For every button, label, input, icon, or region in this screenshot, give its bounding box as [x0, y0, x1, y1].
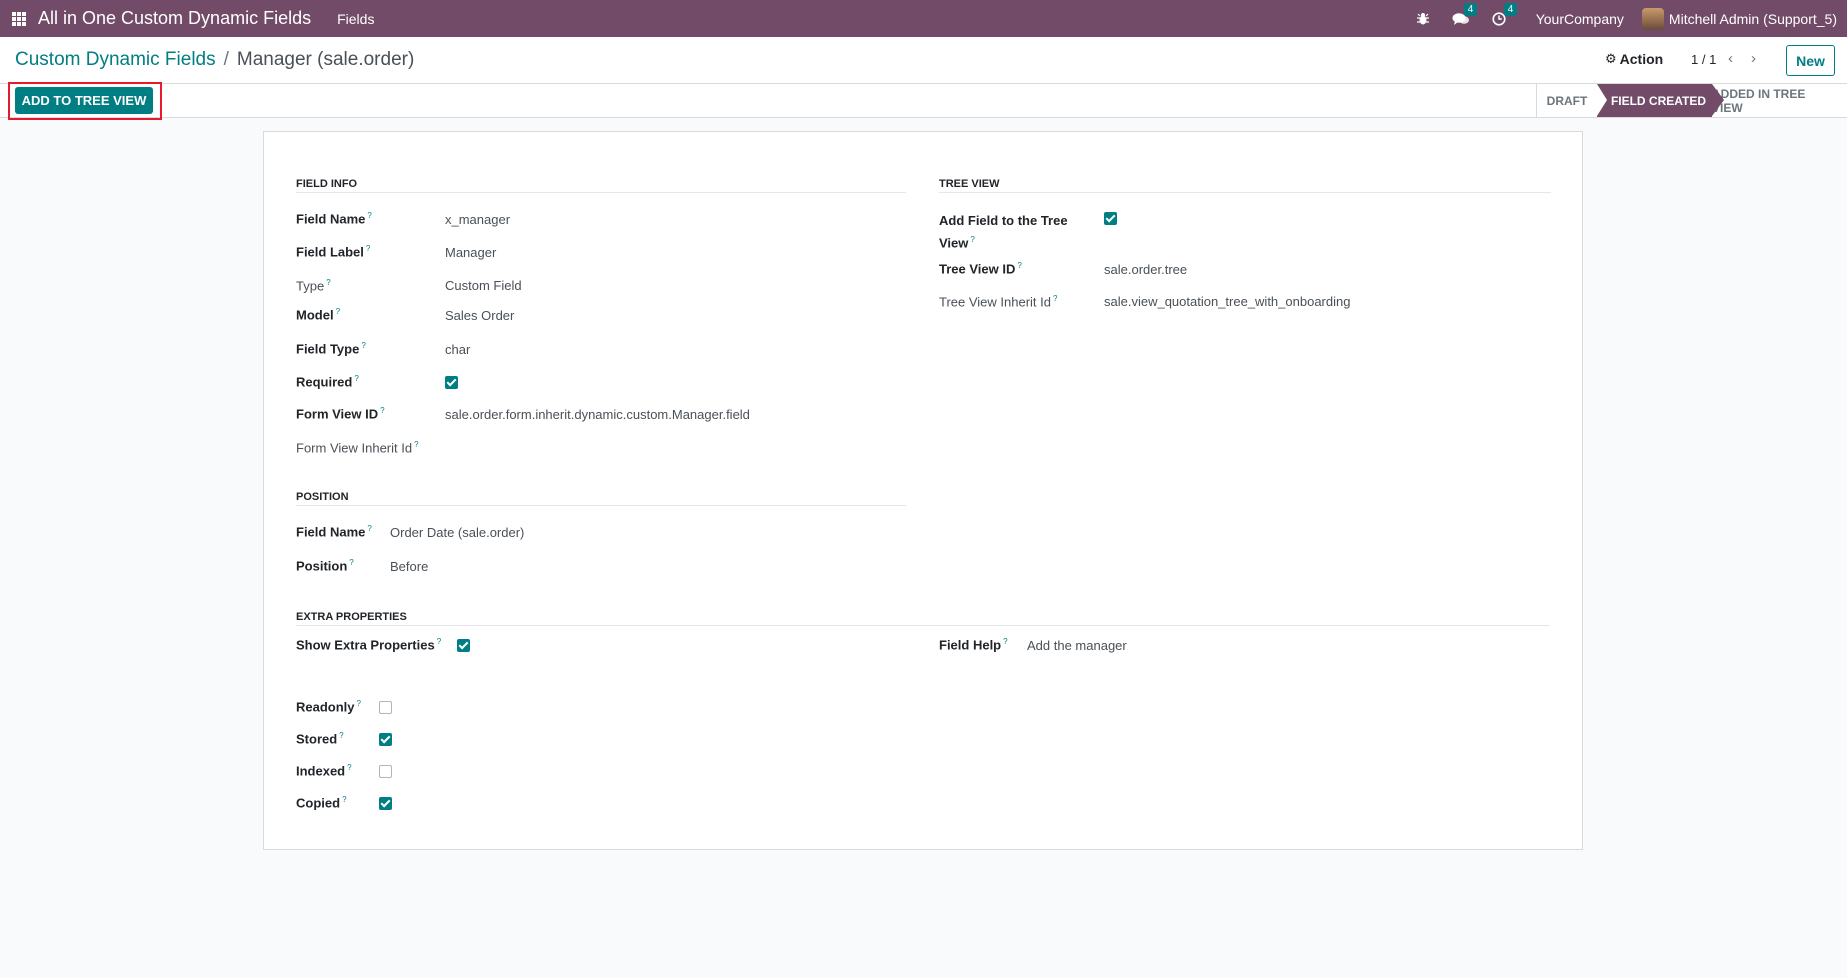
label-field-type: Field Type?	[296, 341, 366, 357]
tree-view-id-value[interactable]: sale.order.tree	[1104, 262, 1187, 277]
pager-value[interactable]: 1 / 1	[1691, 52, 1716, 67]
stage-field-created[interactable]: FIELD CREATED	[1597, 84, 1724, 117]
section-title-position: POSITION	[296, 491, 349, 503]
label-readonly: Readonly?	[296, 699, 361, 715]
label-indexed: Indexed?	[296, 763, 352, 779]
chevron-left-icon[interactable]: ‹	[1728, 50, 1733, 67]
label-field-label: Field Label?	[296, 244, 371, 260]
breadcrumb: Custom Dynamic Fields / Manager (sale.or…	[15, 49, 414, 71]
copied-checkbox[interactable]	[379, 797, 392, 810]
user-menu[interactable]: Mitchell Admin (Support_5)	[1641, 7, 1837, 30]
model-value[interactable]: Sales Order	[445, 308, 514, 323]
stage-pipeline: DRAFT FIELD CREATED ADDED IN TREE VIEW	[1536, 84, 1847, 117]
label-copied: Copied?	[296, 795, 347, 811]
section-divider	[296, 505, 906, 506]
section-title-field-info: FIELD INFO	[296, 178, 358, 190]
company-switcher[interactable]: YourCompany	[1536, 11, 1624, 27]
user-name: Mitchell Admin (Support_5)	[1668, 10, 1837, 27]
label-type: Type?	[296, 278, 331, 294]
stage-draft[interactable]: DRAFT	[1536, 84, 1597, 117]
new-button[interactable]: New	[1786, 45, 1835, 76]
highlight-box	[8, 82, 162, 120]
section-divider	[939, 192, 1551, 193]
debug-bug-icon[interactable]	[1416, 12, 1430, 26]
label-add-field-to-tree-view: Add Field to the Tree View?	[939, 213, 1068, 251]
section-title-extra-properties: EXTRA PROPERTIES	[296, 611, 407, 623]
breadcrumb-parent-link[interactable]: Custom Dynamic Fields	[15, 49, 216, 71]
label-form-view-id: Form View ID?	[296, 406, 385, 422]
position-value[interactable]: Before	[390, 559, 428, 574]
label-field-name: Field Name?	[296, 211, 372, 227]
section-divider	[296, 625, 1550, 626]
form-sheet: FIELD INFO Field Name? x_manager Field L…	[263, 131, 1583, 850]
readonly-checkbox[interactable]	[379, 701, 392, 714]
control-panel: Custom Dynamic Fields / Manager (sale.or…	[0, 37, 1847, 83]
section-title-tree-view: TREE VIEW	[939, 178, 1000, 190]
field-name-value[interactable]: x_manager	[445, 212, 510, 227]
tree-view-inherit-id-value[interactable]: sale.view_quotation_tree_with_onboarding	[1104, 294, 1350, 309]
show-extra-properties-checkbox[interactable]	[457, 639, 470, 652]
breadcrumb-current: Manager (sale.order)	[236, 49, 415, 70]
menu-fields[interactable]: Fields	[337, 11, 374, 27]
label-position-field-name: Field Name?	[296, 524, 372, 540]
label-show-extra-properties: Show Extra Properties?	[296, 637, 442, 653]
type-value[interactable]: Custom Field	[445, 278, 522, 293]
stage-added-in-tree-view[interactable]: ADDED IN TREE VIEW	[1712, 84, 1847, 117]
action-menu-button[interactable]: ⚙ Action	[1605, 51, 1663, 67]
required-checkbox[interactable]	[445, 376, 458, 389]
add-field-to-tree-view-checkbox[interactable]	[1104, 212, 1117, 225]
messages-icon[interactable]: 4	[1452, 2, 1478, 26]
chevron-right-icon[interactable]: ›	[1751, 50, 1756, 67]
avatar	[1641, 7, 1664, 30]
apps-menu-icon[interactable]	[12, 11, 26, 26]
label-required: Required?	[296, 374, 359, 390]
label-stored: Stored?	[296, 731, 344, 747]
position-field-name-value[interactable]: Order Date (sale.order)	[390, 525, 524, 540]
label-field-help: Field Help?	[939, 637, 1008, 653]
stored-checkbox[interactable]	[379, 733, 392, 746]
action-label: Action	[1619, 51, 1664, 67]
stage-field-created-label: FIELD CREATED	[1610, 93, 1707, 108]
messages-badge: 4	[1463, 2, 1478, 16]
label-tree-view-inherit-id: Tree View Inherit Id?	[939, 294, 1058, 310]
field-type-value[interactable]: char	[445, 342, 470, 357]
gear-icon: ⚙	[1605, 51, 1617, 66]
field-label-value[interactable]: Manager	[445, 245, 496, 260]
field-help-value[interactable]: Add the manager	[1027, 638, 1127, 653]
top-navbar: All in One Custom Dynamic Fields Fields …	[0, 0, 1847, 37]
label-form-view-inherit-id: Form View Inherit Id?	[296, 440, 419, 456]
label-tree-view-id: Tree View ID?	[939, 261, 1022, 277]
label-position: Position?	[296, 558, 354, 574]
indexed-checkbox[interactable]	[379, 765, 392, 778]
breadcrumb-separator: /	[223, 49, 229, 70]
form-view-id-value[interactable]: sale.order.form.inherit.dynamic.custom.M…	[445, 407, 750, 422]
section-divider	[296, 192, 906, 193]
app-title[interactable]: All in One Custom Dynamic Fields	[38, 8, 311, 29]
activity-clock-icon[interactable]: 4	[1492, 2, 1518, 26]
label-model: Model?	[296, 307, 341, 323]
activities-badge: 4	[1503, 2, 1518, 16]
